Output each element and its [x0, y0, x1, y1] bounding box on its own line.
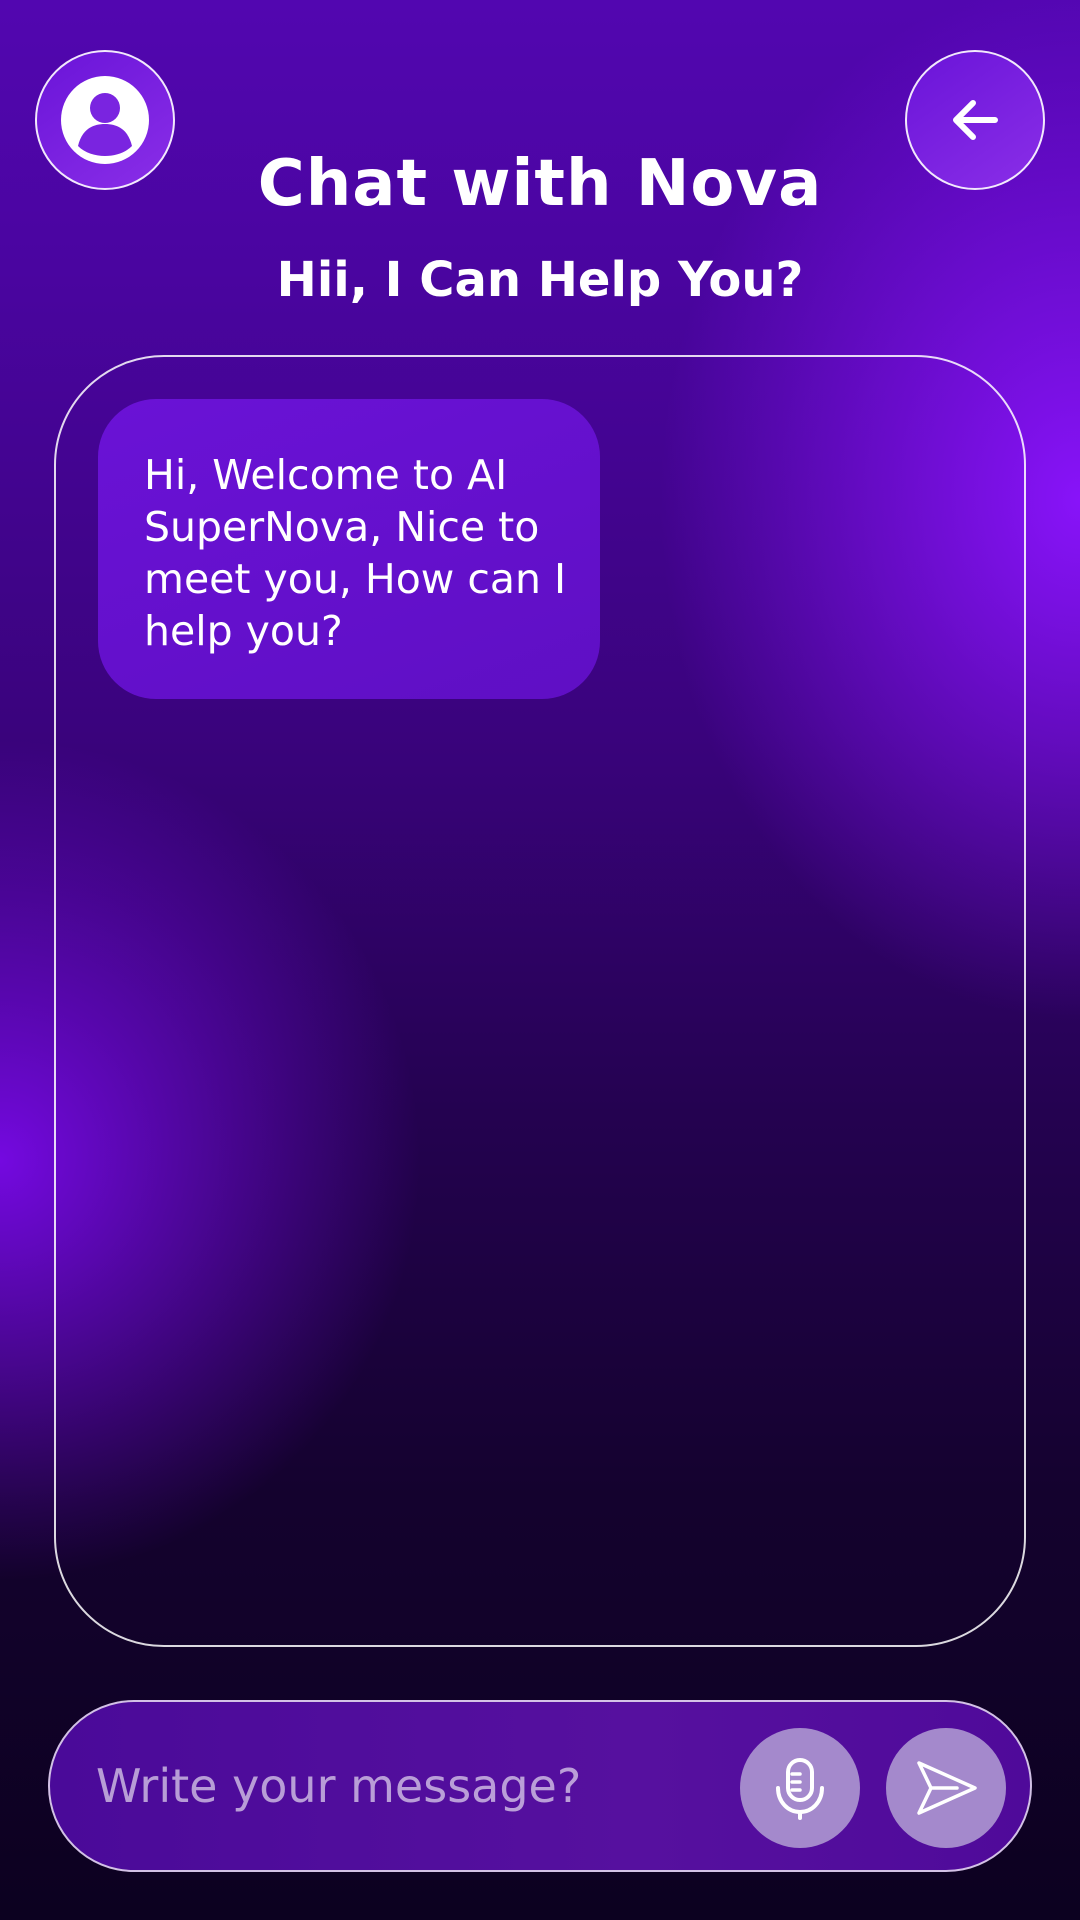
send-icon: [917, 1761, 977, 1815]
microphone-icon: [776, 1758, 824, 1820]
bot-message-bubble: Hi, Welcome to AI SuperNova, Nice to mee…: [98, 399, 600, 699]
message-input[interactable]: [96, 1738, 736, 1834]
arrow-left-icon: [953, 100, 998, 140]
send-button[interactable]: [886, 1728, 1006, 1848]
microphone-button[interactable]: [740, 1728, 860, 1848]
chat-panel: Hi, Welcome to AI SuperNova, Nice to mee…: [54, 355, 1026, 1647]
page-title: Chat with Nova: [257, 147, 823, 221]
page-subtitle: Hii, I Can Help You?: [276, 252, 804, 308]
message-composer: [48, 1700, 1032, 1872]
